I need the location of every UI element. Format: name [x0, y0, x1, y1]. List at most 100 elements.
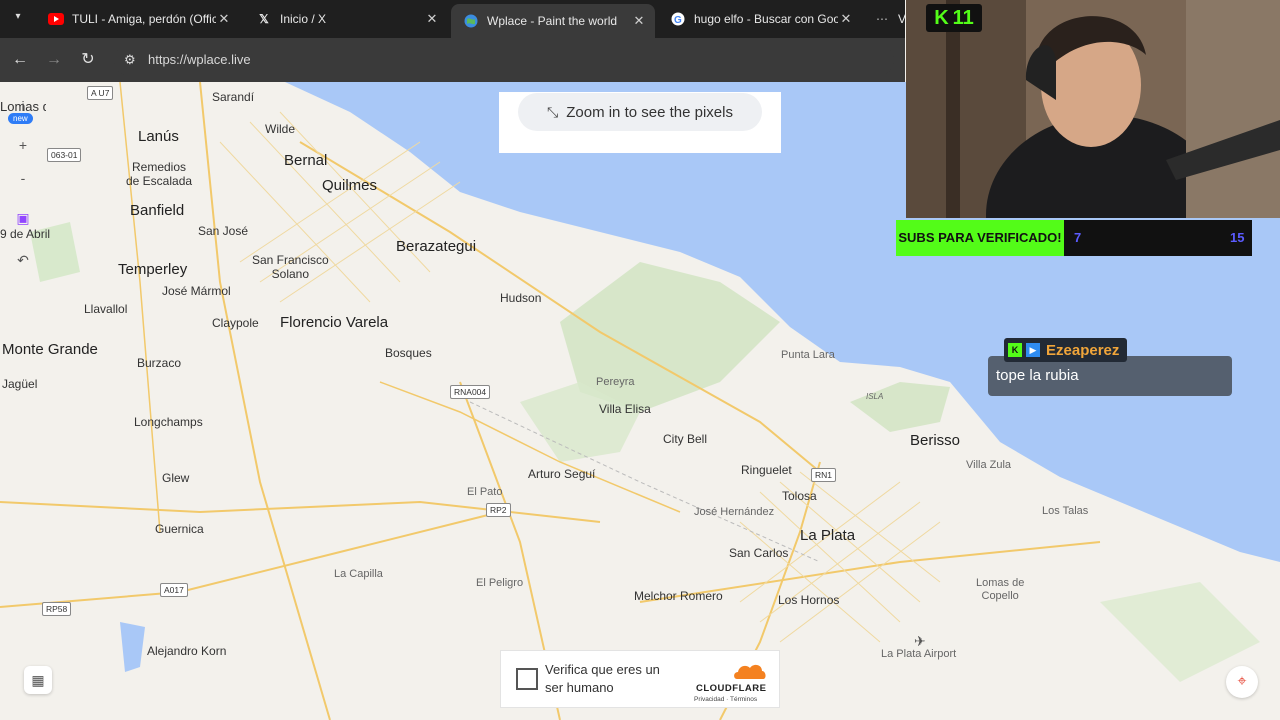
- globe-icon: [463, 13, 479, 29]
- map-label: El Pato: [467, 486, 503, 498]
- map-label: San José: [198, 224, 249, 238]
- map-label: Los Talas: [1042, 505, 1089, 517]
- back-icon[interactable]: ←: [10, 50, 30, 70]
- tab-title: Va: [898, 12, 905, 26]
- map-label: 9 de Abril: [0, 228, 51, 241]
- tab-more[interactable]: ⋯ Va: [862, 4, 905, 34]
- tab-title: Wplace - Paint the world: [487, 14, 618, 28]
- map-label: Berisso: [910, 432, 961, 449]
- tab-youtube[interactable]: TULI - Amiga, perdón (Offici ✕: [36, 4, 240, 34]
- chat-message: tope la rubia: [996, 367, 1079, 384]
- subs-goal-bar: SUBS PARA VERIFICADO! 7 15: [896, 220, 1252, 256]
- grid-icon[interactable]: ▦: [24, 666, 52, 694]
- kick-counter: K 11: [926, 4, 982, 32]
- map-label: Bernal: [284, 152, 328, 169]
- undo-icon[interactable]: ↶: [12, 249, 34, 271]
- map-label: Arturo Seguí: [528, 467, 596, 481]
- locate-icon[interactable]: ⌖: [1226, 666, 1258, 698]
- map-label: La Capilla: [334, 568, 383, 580]
- cloudflare-logo: CLOUDFLARE: [696, 683, 767, 694]
- chat-username: Ezeaperez: [1046, 341, 1120, 359]
- route-shield: RNA004: [450, 385, 491, 399]
- map-label: La Plata: [800, 527, 856, 544]
- cloudflare-cloud-icon: [734, 664, 766, 679]
- tab-list-chevron-icon[interactable]: ▾: [8, 11, 28, 27]
- dots-icon: ⋯: [876, 12, 888, 26]
- route-shield: 063-01: [47, 148, 82, 162]
- kick-badge-icon: K: [1008, 343, 1022, 357]
- site-info-icon[interactable]: ⚙: [124, 52, 136, 68]
- close-icon[interactable]: ✕: [216, 11, 232, 27]
- map-label: Remedios de Escalada: [126, 160, 193, 188]
- route-shield: A017: [160, 583, 188, 597]
- map-label: Longchamps: [134, 415, 203, 429]
- subs-current: 7: [1074, 230, 1082, 245]
- browser-toolbar: ← → ↻ ⚙ https://wplace.live: [0, 38, 905, 82]
- map-label: San Francisco Solano: [252, 253, 329, 281]
- map-label: Claypole: [212, 316, 259, 330]
- map-label: Los Hornos: [778, 593, 840, 607]
- tab-title: hugo elfo - Buscar con Goog: [694, 12, 838, 26]
- streamer-image: [906, 0, 1280, 218]
- map-label: José Mármol: [162, 284, 231, 298]
- captcha-links[interactable]: Privacidad · Términos: [694, 696, 757, 703]
- twitch-icon[interactable]: ▣: [12, 207, 34, 229]
- close-icon[interactable]: ✕: [424, 11, 440, 27]
- tab-title: TULI - Amiga, perdón (Offici: [72, 12, 216, 26]
- map-label: Monte Grande: [2, 341, 98, 358]
- chat-message-box: tope la rubia: [988, 356, 1232, 396]
- map-label: Pereyra: [596, 376, 635, 388]
- map-label: ISLA: [866, 392, 884, 401]
- map-label: City Bell: [663, 432, 708, 446]
- map-label: San Carlos: [729, 546, 789, 560]
- zoom-notice-panel: ⤡ Zoom in to see the pixels: [499, 92, 781, 153]
- webcam-feed: [906, 0, 1280, 218]
- kick-count: 11: [952, 6, 974, 29]
- map-label: Punta Lara: [781, 349, 835, 361]
- map-label: Burzaco: [137, 356, 182, 370]
- zoom-out-button[interactable]: -: [12, 167, 34, 189]
- map-label: Tolosa: [782, 489, 817, 503]
- tab-bar: ▾ TULI - Amiga, perdón (Offici ✕ 𝕏 Inici…: [0, 0, 905, 38]
- zoom-notice[interactable]: ⤡ Zoom in to see the pixels: [518, 93, 762, 131]
- subs-target: 15: [1230, 230, 1245, 245]
- captcha-checkbox[interactable]: [516, 668, 538, 690]
- captcha-label: Verifica que eres un ser humano: [545, 662, 660, 695]
- map-label: Llavallol: [84, 302, 128, 316]
- map-label: La Plata Airport: [881, 648, 957, 660]
- forward-icon[interactable]: →: [44, 50, 64, 70]
- svg-text:G: G: [674, 15, 682, 26]
- reload-icon[interactable]: ↻: [78, 50, 98, 70]
- new-badge: new: [8, 113, 33, 124]
- route-shield: RN1: [811, 468, 837, 482]
- tab-x[interactable]: 𝕏 Inicio / X ✕: [244, 4, 448, 34]
- address-bar[interactable]: ⚙ https://wplace.live: [114, 44, 894, 76]
- map-label: Wilde: [265, 122, 296, 136]
- subs-goal-label: SUBS PARA VERIFICADO!: [896, 220, 1064, 256]
- tab-wplace[interactable]: Wplace - Paint the world ✕: [451, 4, 655, 38]
- map-label: Lanús: [138, 128, 179, 145]
- chat-username-badge: K ▶ Ezeaperez: [1004, 338, 1128, 362]
- route-shield: A U7: [87, 86, 114, 100]
- x-icon: 𝕏: [259, 12, 269, 26]
- map-label: Ringuelet: [741, 463, 792, 477]
- map-label: Florencio Varela: [280, 314, 389, 331]
- captcha-widget: Verifica que eres un ser humano CLOUDFLA…: [500, 650, 780, 708]
- map-label: Banfield: [130, 202, 185, 219]
- close-icon[interactable]: ✕: [631, 13, 647, 29]
- map-label: Glew: [162, 471, 190, 485]
- route-shield: RP58: [42, 602, 72, 616]
- map-label: Villa Zula: [966, 459, 1012, 471]
- tab-google[interactable]: G hugo elfo - Buscar con Goog ✕: [658, 4, 862, 34]
- map-label: Villa Elisa: [599, 402, 651, 416]
- close-icon[interactable]: ✕: [838, 11, 854, 27]
- route-shield: RP2: [486, 503, 511, 517]
- zoom-notice-text: Zoom in to see the pixels: [566, 103, 733, 121]
- svg-text:✈: ✈: [914, 633, 926, 649]
- map-label: Alejandro Korn: [147, 644, 227, 658]
- zoom-icon: ⤡: [547, 103, 559, 120]
- map-label: Bosques: [385, 346, 432, 360]
- map-label: Hudson: [500, 291, 542, 305]
- zoom-in-button[interactable]: +: [12, 134, 34, 156]
- map-label: Lomas de Copello: [976, 577, 1025, 602]
